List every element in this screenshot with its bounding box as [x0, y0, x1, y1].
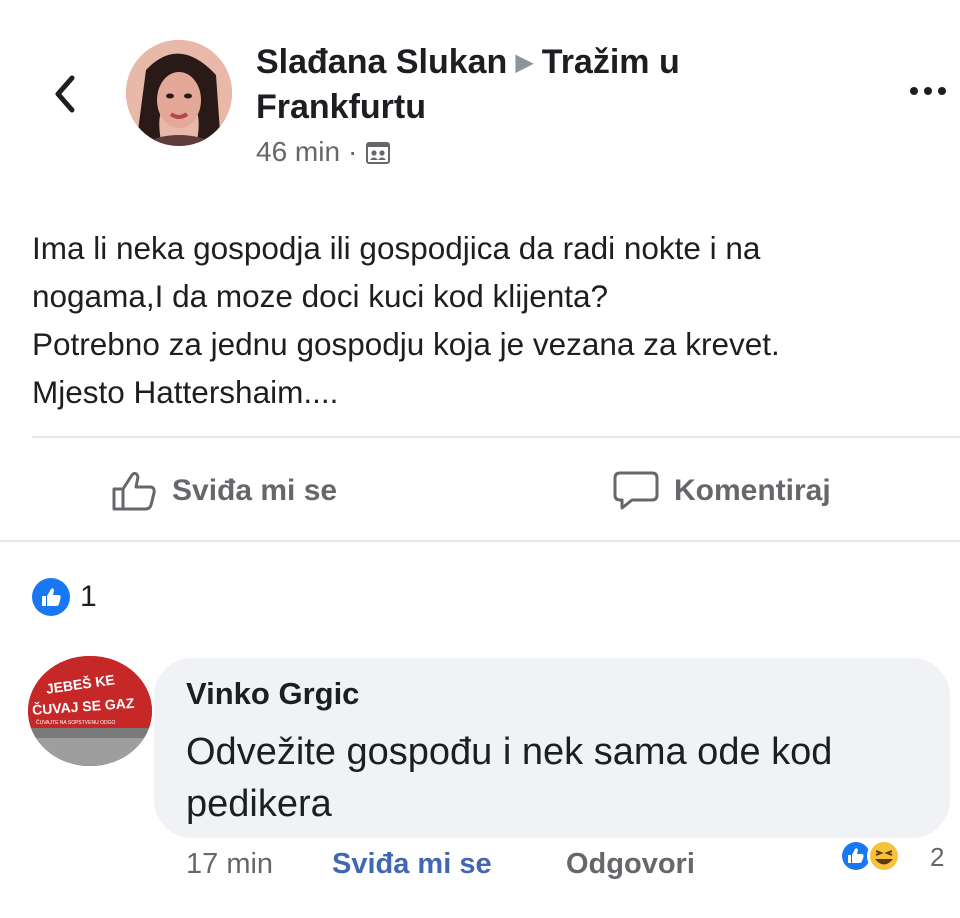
reaction-count: 1 [80, 580, 97, 613]
post-text-line: Ima li neka gospodja ili gospodjica da r… [32, 230, 761, 266]
comment-reaction-summary[interactable]: 2 [834, 836, 954, 876]
post-meta: 46 min · [256, 136, 391, 168]
reaction-summary[interactable]: 1 [32, 578, 97, 616]
comment-bubble-icon [613, 471, 659, 510]
post-text-line: nogama,I da moze doci kuci kod klijenta? [32, 278, 609, 314]
like-label: Sviđa mi se [172, 474, 338, 507]
more-dot [938, 87, 946, 95]
more-dot [924, 87, 932, 95]
post-body: Ima li neka gospodja ili gospodjica da r… [32, 224, 952, 416]
author-line: Slađana Slukan ▶ Tražim u [256, 40, 816, 85]
comment-reaction-icons [839, 839, 901, 873]
more-dot [910, 87, 918, 95]
commenter-name[interactable]: Vinko Grgic [186, 676, 359, 712]
divider [32, 436, 960, 438]
comment-reply-button[interactable]: Odgovori [566, 848, 695, 881]
meta-separator: · [348, 136, 358, 167]
comment-text-line: pedikera [186, 783, 332, 825]
group-audience-icon [366, 142, 391, 164]
divider [0, 540, 960, 542]
comment-reaction-count: 2 [930, 842, 945, 872]
like-reaction-icon [32, 578, 70, 616]
back-button[interactable] [40, 66, 90, 122]
comment-label: Komentiraj [674, 474, 831, 507]
group-name-line2[interactable]: Frankfurtu [256, 85, 816, 129]
comment-text-line: Odvežite gospođu i nek sama ode kod [186, 731, 833, 773]
more-options-button[interactable] [900, 76, 956, 106]
chevron-left-icon [55, 75, 75, 113]
caret-right-icon: ▶ [515, 49, 534, 76]
thumbs-up-icon [112, 471, 156, 511]
post-time[interactable]: 46 min [256, 136, 340, 168]
comment-time[interactable]: 17 min [186, 848, 273, 881]
post-text-line: Mjesto Hattershaim.... [32, 374, 339, 410]
author-avatar[interactable] [126, 40, 232, 146]
post-header: Slađana Slukan ▶ Tražim u Frankfurtu [256, 40, 816, 129]
comment-button[interactable]: Komentiraj [612, 466, 831, 516]
comment-text: Odvežite gospođu i nek sama ode kod pedi… [186, 726, 926, 830]
post-text-line: Potrebno za jednu gospodju koja je vezan… [32, 326, 780, 362]
author-name[interactable]: Slađana Slukan [256, 43, 507, 81]
commenter-avatar[interactable]: JEBEŠ KE ČUVAJ SE GAZ ČUVAJTE NA SOPSTVE… [28, 656, 152, 766]
group-name[interactable]: Tražim u [542, 43, 680, 81]
avatar-text-line: ČUVAJTE NA SOPSTVENU ODGO [36, 719, 115, 726]
like-button[interactable]: Sviđa mi se [110, 466, 337, 516]
comment-like-button[interactable]: Sviđa mi se [332, 848, 492, 881]
